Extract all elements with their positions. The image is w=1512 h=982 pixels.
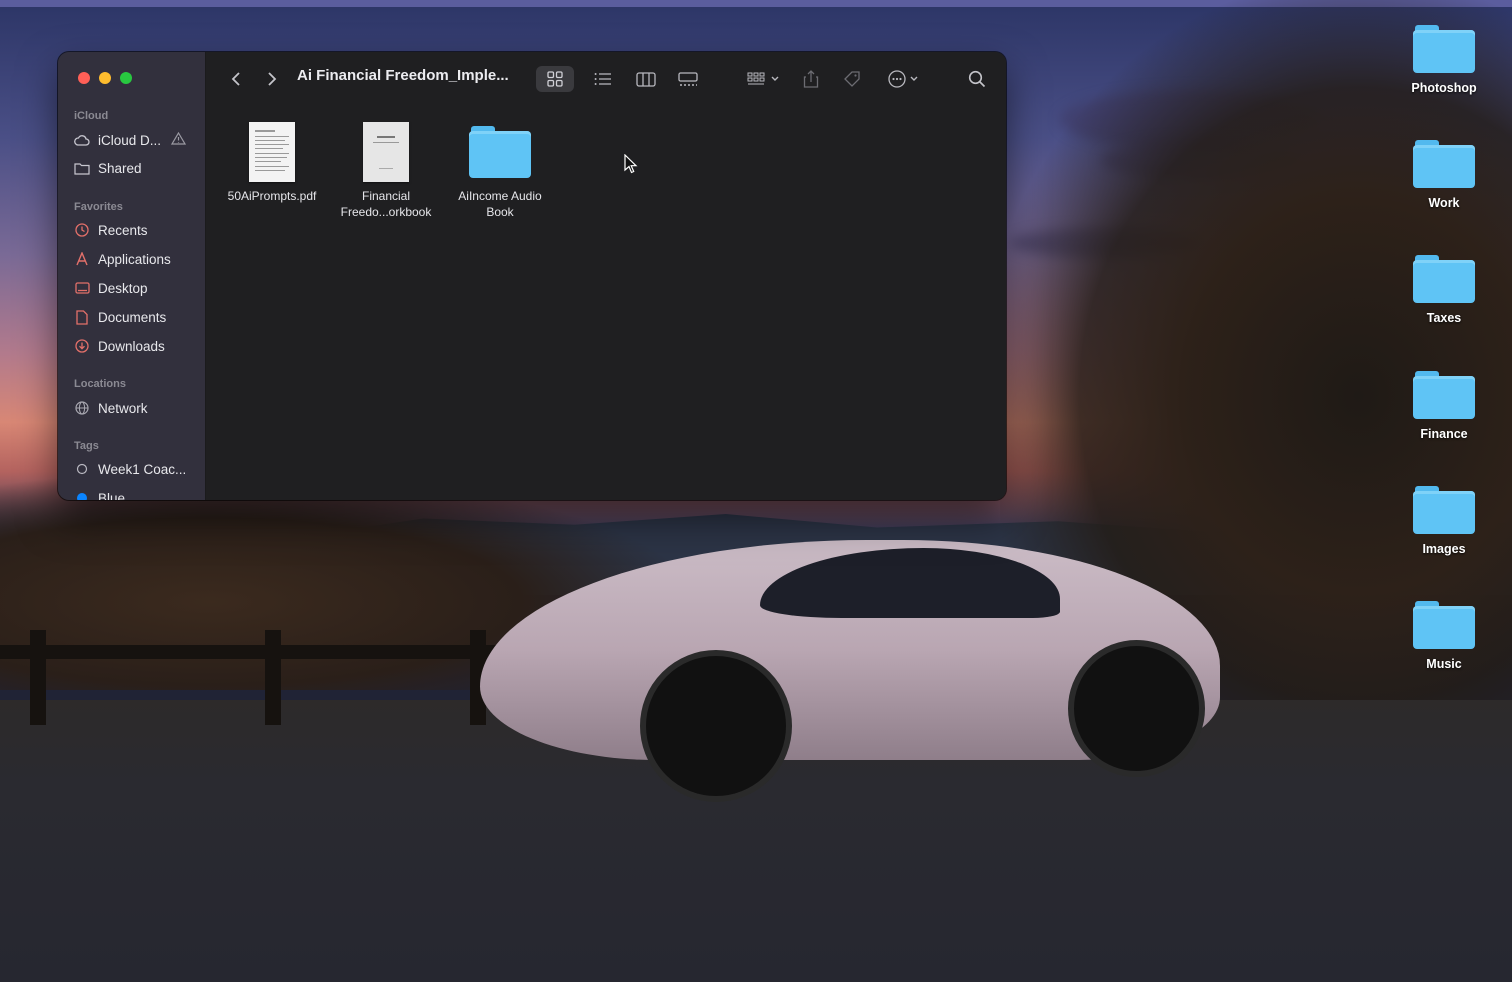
sidebar-item-label: Downloads bbox=[98, 338, 165, 354]
sidebar-item-downloads[interactable]: Downloads bbox=[74, 335, 198, 357]
desktop-folder-label: Work bbox=[1428, 196, 1460, 210]
wallpaper-fence-post bbox=[30, 630, 46, 725]
sidebar-section-icloud: iCloud bbox=[74, 110, 109, 122]
folder-icon bbox=[1413, 140, 1475, 188]
folder-icon bbox=[1413, 25, 1475, 73]
clock-icon bbox=[74, 222, 90, 238]
file-name-line: Book bbox=[486, 205, 514, 219]
sidebar-item-icloud-drive[interactable]: iCloud D... bbox=[74, 129, 198, 151]
close-button[interactable] bbox=[78, 72, 90, 84]
window-title: Ai Financial Freedom_Imple... bbox=[297, 67, 509, 84]
file-item-financial-freedom-workbook[interactable]: Financial Freedo...orkbook bbox=[328, 122, 444, 220]
sidebar-item-applications[interactable]: Applications bbox=[74, 248, 198, 270]
cloud-icon bbox=[74, 132, 90, 148]
group-icon[interactable] bbox=[741, 66, 785, 92]
wallpaper-fence-post bbox=[265, 630, 281, 725]
finder-sidebar: iCloud iCloud D... Shared Favorites Rece… bbox=[58, 52, 206, 500]
folder-icon bbox=[1413, 601, 1475, 649]
sidebar-item-label: Desktop bbox=[98, 280, 148, 296]
sidebar-item-label: Recents bbox=[98, 222, 148, 238]
finder-toolbar: Ai Financial Freedom_Imple... bbox=[206, 52, 1006, 104]
sidebar-section-favorites: Favorites bbox=[74, 201, 123, 213]
sidebar-item-recents[interactable]: Recents bbox=[74, 219, 198, 241]
icon-view-icon[interactable] bbox=[536, 66, 574, 92]
file-name-line: AiIncome Audio bbox=[458, 189, 542, 203]
search-icon[interactable] bbox=[966, 66, 988, 92]
chevron-down-icon bbox=[771, 76, 778, 81]
sidebar-item-label: Week1 Coac... bbox=[98, 461, 187, 477]
wallpaper-car-wheel bbox=[640, 650, 792, 802]
desktop-folder-images[interactable]: Images bbox=[1394, 486, 1494, 556]
folder-icon bbox=[1413, 255, 1475, 303]
sidebar-section-locations: Locations bbox=[74, 378, 126, 390]
tag-circle-icon bbox=[74, 461, 90, 477]
wallpaper-car-wheel bbox=[1068, 640, 1205, 777]
desktop-folder-music[interactable]: Music bbox=[1394, 601, 1494, 671]
tag-blue-dot-icon bbox=[74, 490, 90, 500]
file-name-line: Financial bbox=[361, 189, 411, 203]
sidebar-item-label: Shared bbox=[98, 160, 142, 176]
folder-icon bbox=[469, 122, 531, 178]
share-icon[interactable] bbox=[799, 66, 823, 92]
finder-window: iCloud iCloud D... Shared Favorites Rece… bbox=[58, 52, 1006, 500]
finder-content: Ai Financial Freedom_Imple... 50AiPrompt… bbox=[206, 52, 1006, 500]
desktop-folder-label: Images bbox=[1422, 542, 1466, 556]
chevron-down-icon bbox=[910, 76, 917, 81]
desktop-folder-taxes[interactable]: Taxes bbox=[1394, 255, 1494, 325]
tag-icon[interactable] bbox=[840, 66, 864, 92]
forward-icon[interactable] bbox=[262, 66, 282, 92]
file-name: 50AiPrompts.pdf bbox=[227, 189, 317, 203]
zoom-button[interactable] bbox=[120, 72, 132, 84]
desktop-folder-finance[interactable]: Finance bbox=[1394, 371, 1494, 441]
desktop-folder-label: Taxes bbox=[1426, 311, 1462, 325]
column-view-icon[interactable] bbox=[627, 66, 665, 92]
desktop-folder-label: Photoshop bbox=[1411, 81, 1477, 95]
sidebar-item-shared[interactable]: Shared bbox=[74, 157, 198, 179]
sidebar-item-desktop[interactable]: Desktop bbox=[74, 277, 198, 299]
sidebar-item-tag-blue[interactable]: Blue bbox=[74, 487, 198, 500]
warning-icon bbox=[170, 131, 187, 148]
document-file-icon bbox=[363, 122, 409, 182]
desktop-folder-label: Finance bbox=[1420, 427, 1468, 441]
document-icon bbox=[74, 309, 90, 325]
sidebar-section-tags: Tags bbox=[74, 440, 99, 452]
file-item-aiincome-audio-book[interactable]: AiIncome Audio Book bbox=[442, 122, 558, 220]
sidebar-item-tag-week1[interactable]: Week1 Coac... bbox=[74, 458, 198, 480]
file-name: Financial Freedo...orkbook bbox=[328, 188, 444, 220]
minimize-button[interactable] bbox=[99, 72, 111, 84]
globe-icon bbox=[74, 400, 90, 416]
sidebar-item-documents[interactable]: Documents bbox=[74, 306, 198, 328]
sidebar-item-label: Blue bbox=[98, 490, 126, 501]
gallery-view-icon[interactable] bbox=[669, 66, 707, 92]
file-name-line: Freedo...orkbook bbox=[340, 205, 432, 219]
mouse-cursor-icon bbox=[624, 153, 638, 179]
desktop-folder-work[interactable]: Work bbox=[1394, 140, 1494, 210]
file-name: AiIncome Audio Book bbox=[442, 188, 558, 220]
sidebar-item-label: iCloud D... bbox=[98, 132, 162, 148]
sidebar-item-label: Applications bbox=[98, 251, 171, 267]
sidebar-item-network[interactable]: Network bbox=[74, 397, 198, 419]
sidebar-item-label: Documents bbox=[98, 309, 167, 325]
folder-icon bbox=[1413, 371, 1475, 419]
file-item-50aiprompts[interactable]: 50AiPrompts.pdf bbox=[214, 122, 330, 204]
desktop-folder-label: Music bbox=[1426, 657, 1462, 671]
list-view-icon[interactable] bbox=[584, 66, 622, 92]
download-icon bbox=[74, 338, 90, 354]
desktop-icon bbox=[74, 280, 90, 296]
more-icon[interactable] bbox=[882, 66, 924, 92]
back-icon[interactable] bbox=[226, 66, 246, 92]
shared-folder-icon bbox=[74, 160, 90, 176]
folder-icon bbox=[1413, 486, 1475, 534]
sidebar-item-label: Network bbox=[98, 400, 148, 416]
pdf-file-icon bbox=[249, 122, 295, 182]
desktop-folder-photoshop[interactable]: Photoshop bbox=[1394, 25, 1494, 95]
applications-icon bbox=[74, 251, 90, 267]
